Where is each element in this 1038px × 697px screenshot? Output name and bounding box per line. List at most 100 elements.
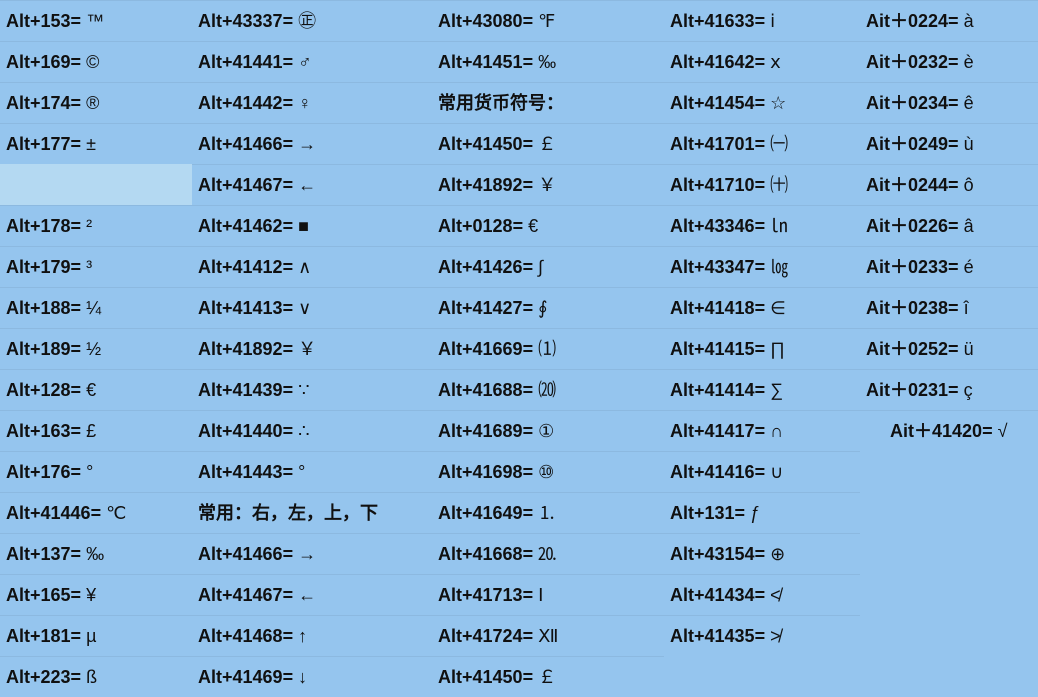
equals-sign: =	[523, 257, 539, 277]
alt-code: Alt+43080	[438, 11, 523, 31]
equals-sign: =	[948, 11, 964, 31]
equals-sign: =	[71, 11, 87, 31]
equals-sign: =	[755, 421, 771, 441]
symbol-glyph: é	[964, 257, 974, 277]
table-cell: Ait＋0233= é	[860, 246, 1038, 287]
table-cell: Ait＋0252= ü	[860, 328, 1038, 369]
table-cell: Alt+43080= ℉	[432, 0, 664, 41]
symbol-glyph: ²	[86, 216, 92, 236]
column-3: Alt+43080= ℉Alt+41451= ‰常用货币符号：Alt+41450…	[432, 0, 664, 697]
symbol-glyph: ∫	[538, 257, 543, 277]
symbol-glyph: ¼	[86, 298, 101, 318]
equals-sign: =	[948, 93, 964, 113]
table-cell	[0, 164, 192, 205]
alt-code: Alt+41415	[670, 339, 755, 359]
table-cell: Alt+177= ±	[0, 123, 192, 164]
table-cell: Alt+41668= ⒛	[432, 533, 664, 574]
symbol-glyph: ƒ	[750, 503, 760, 523]
equals-sign: =	[71, 667, 87, 687]
equals-sign: =	[283, 421, 299, 441]
equals-sign: =	[283, 380, 299, 400]
table-cell: Alt+43154= ⊕	[664, 533, 860, 574]
equals-sign: =	[982, 421, 998, 441]
equals-sign: =	[523, 298, 539, 318]
alt-code: Alt+41467	[198, 585, 283, 605]
table-cell: Alt+41414= ∑	[664, 369, 860, 410]
symbol-glyph: →	[298, 544, 316, 564]
equals-sign: =	[755, 216, 771, 236]
equals-sign: =	[755, 380, 771, 400]
equals-sign: =	[71, 626, 87, 646]
alt-code: Alt+41416	[670, 462, 755, 482]
alt-code: Alt+41689	[438, 421, 523, 441]
symbol-glyph: ∩	[770, 421, 783, 441]
table-cell: Ait＋0224= à	[860, 0, 1038, 41]
alt-code: Alt+163	[6, 421, 71, 441]
table-cell: Alt+41466= →	[192, 123, 432, 164]
alt-code: Alt+41418	[670, 298, 755, 318]
symbol-glyph: â	[964, 216, 974, 236]
symbol-glyph: ≯	[770, 626, 781, 646]
equals-sign: =	[71, 216, 87, 236]
symbol-glyph: ¥	[86, 585, 96, 605]
equals-sign: =	[523, 585, 539, 605]
table-cell: Alt+189= ½	[0, 328, 192, 369]
table-cell: Alt+41466= →	[192, 533, 432, 574]
equals-sign: =	[283, 585, 299, 605]
alt-code-table: Alt+153= ™Alt+169= ©Alt+174= ®Alt+177= ±…	[0, 0, 1038, 697]
table-cell: Alt+41441= ♂	[192, 41, 432, 82]
equals-sign: =	[283, 339, 299, 359]
alt-code: Alt+41442	[198, 93, 283, 113]
symbol-glyph: ù	[964, 134, 974, 154]
table-cell: Alt+41633= ⅰ	[664, 0, 860, 41]
alt-code: Alt+41467	[198, 175, 283, 195]
symbol-glyph: ㏒	[770, 257, 788, 277]
equals-sign: =	[283, 11, 299, 31]
alt-code: Alt+41426	[438, 257, 523, 277]
table-cell: Alt+179= ³	[0, 246, 192, 287]
table-cell: Alt+41418= ∈	[664, 287, 860, 328]
equals-sign: =	[755, 175, 771, 195]
equals-sign: =	[283, 544, 299, 564]
alt-code: Alt+41446	[6, 503, 91, 523]
alt-code: Alt+41440	[198, 421, 283, 441]
equals-sign: =	[523, 175, 539, 195]
table-cell: Alt+41450= ￡	[432, 656, 664, 697]
alt-code: Alt+177	[6, 134, 71, 154]
alt-code: Alt+41468	[198, 626, 283, 646]
table-cell: Alt+41688= ⒇	[432, 369, 664, 410]
table-cell: Ait＋0234= ê	[860, 82, 1038, 123]
symbol-glyph: ∏	[770, 339, 785, 359]
equals-sign: =	[283, 626, 299, 646]
equals-sign: =	[71, 134, 87, 154]
symbol-glyph: ™	[86, 11, 104, 31]
table-cell: Alt+41443= °	[192, 451, 432, 492]
symbol-glyph: ⒈	[538, 503, 556, 523]
equals-sign: =	[755, 339, 771, 359]
alt-code: Alt+41642	[670, 52, 755, 72]
equals-sign: =	[755, 462, 771, 482]
table-cell: Alt+41698= ⑩	[432, 451, 664, 492]
equals-sign: =	[523, 421, 539, 441]
table-cell: Alt+41416= ∪	[664, 451, 860, 492]
table-cell: Alt+41701= ㈠	[664, 123, 860, 164]
equals-sign: =	[755, 134, 771, 154]
alt-code: Alt+43347	[670, 257, 755, 277]
alt-code: Alt+137	[6, 544, 71, 564]
table-cell: Ait＋41420= √	[860, 410, 1038, 451]
alt-code: Alt+41414	[670, 380, 755, 400]
alt-code: Alt+41441	[198, 52, 283, 72]
alt-code: Alt+41892	[198, 339, 283, 359]
alt-code: Alt+43346	[670, 216, 755, 236]
symbol-glyph: ←	[298, 175, 316, 195]
table-cell: Alt+41713= Ⅰ	[432, 574, 664, 615]
alt-code: Alt+153	[6, 11, 71, 31]
alt-code: Alt+41713	[438, 585, 523, 605]
equals-sign: =	[71, 544, 87, 564]
equals-sign: =	[283, 667, 299, 687]
table-cell: Alt+178= ²	[0, 205, 192, 246]
symbol-glyph: ￡	[538, 134, 556, 154]
symbol-glyph: ∵	[298, 380, 309, 400]
symbol-glyph: €	[528, 216, 538, 236]
table-cell: Alt+41892= ￥	[432, 164, 664, 205]
